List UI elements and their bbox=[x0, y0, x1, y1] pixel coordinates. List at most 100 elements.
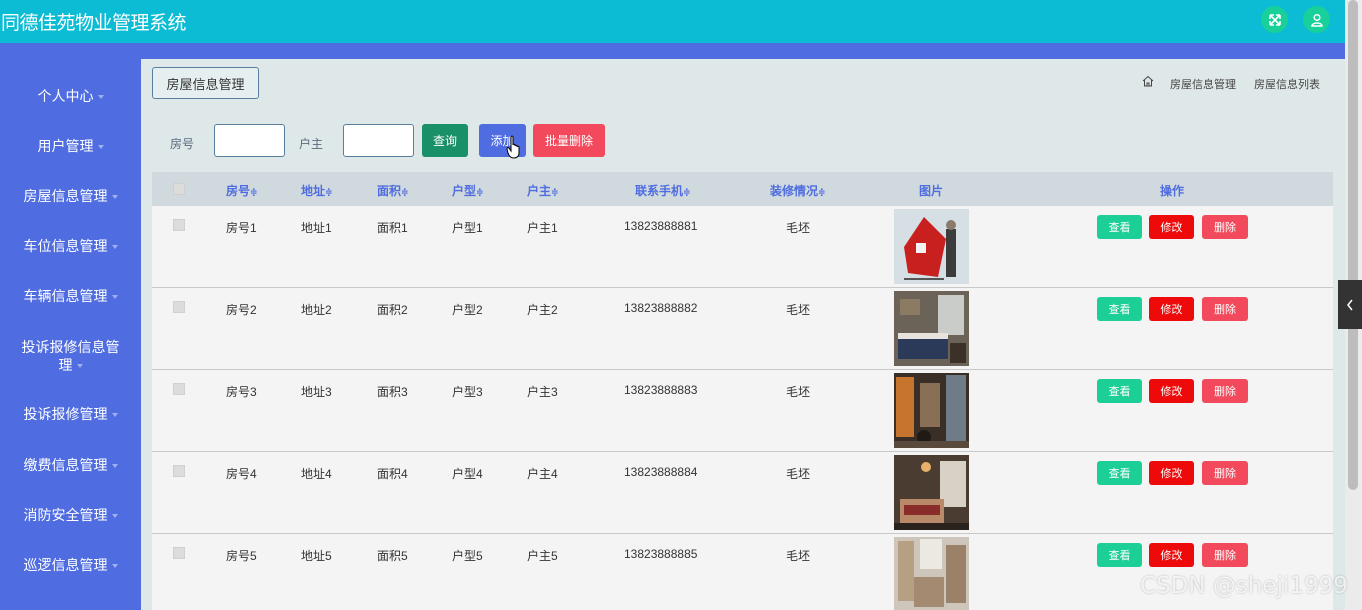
header-room[interactable]: 房号≑ bbox=[226, 182, 258, 199]
table-row: 房号2 地址2 面积2 户型2 户主2 13823888882 毛坯 查看 修改… bbox=[152, 288, 1333, 370]
sidebar-item-complaint-info[interactable]: 投诉报修信息管理 bbox=[0, 338, 141, 374]
sidebar-item-label: 消防安全管理 bbox=[23, 507, 108, 523]
cell-area: 面积4 bbox=[377, 467, 408, 481]
main-content: 房屋信息管理 房屋信息管理 房屋信息列表 房号 户主 查询 添加 批量删除 房号… bbox=[141, 59, 1345, 610]
cell-phone: 13823888885 bbox=[624, 547, 698, 561]
header-address[interactable]: 地址≑ bbox=[301, 182, 333, 199]
query-button[interactable]: 查询 bbox=[422, 124, 468, 157]
sidebar-item-label: 巡逻信息管理 bbox=[23, 557, 108, 573]
chevron-down-icon bbox=[111, 564, 118, 569]
table-row: 房号3 地址3 面积3 户型3 户主3 13823888883 毛坯 查看 修改… bbox=[152, 370, 1333, 452]
edit-button[interactable]: 修改 bbox=[1149, 461, 1194, 485]
fullscreen-button[interactable] bbox=[1261, 6, 1288, 33]
sidebar-item-fire-safety[interactable]: 消防安全管理 bbox=[0, 506, 141, 524]
cell-address: 地址2 bbox=[301, 303, 332, 317]
cell-address: 地址3 bbox=[301, 385, 332, 399]
edit-button[interactable]: 修改 bbox=[1149, 543, 1194, 567]
cell-owner: 户主5 bbox=[527, 549, 558, 563]
row-checkbox[interactable] bbox=[173, 219, 185, 231]
cell-phone: 13823888884 bbox=[624, 465, 698, 479]
edit-button[interactable]: 修改 bbox=[1149, 297, 1194, 321]
delete-button[interactable]: 删除 bbox=[1202, 543, 1248, 567]
cell-decoration: 毛坯 bbox=[786, 385, 811, 399]
scrollbar-thumb[interactable] bbox=[1348, 0, 1358, 490]
cell-phone: 13823888881 bbox=[624, 219, 698, 233]
room-search-label: 房号 bbox=[170, 137, 195, 151]
house-photo[interactable] bbox=[894, 291, 969, 366]
home-icon[interactable] bbox=[1142, 75, 1154, 87]
cell-area: 面积5 bbox=[377, 549, 408, 563]
row-checkbox[interactable] bbox=[173, 383, 185, 395]
page-title-button[interactable]: 房屋信息管理 bbox=[152, 67, 259, 99]
cell-room: 房号4 bbox=[226, 467, 257, 481]
header-area[interactable]: 面积≑ bbox=[377, 182, 409, 199]
sidebar-item-patrol[interactable]: 巡逻信息管理 bbox=[0, 556, 141, 574]
row-checkbox[interactable] bbox=[173, 465, 185, 477]
header-layout[interactable]: 户型≑ bbox=[452, 182, 484, 199]
house-photo[interactable] bbox=[894, 455, 969, 530]
header-actions: 操作 bbox=[1160, 184, 1185, 198]
view-button[interactable]: 查看 bbox=[1097, 297, 1142, 321]
side-panel-toggle[interactable] bbox=[1338, 280, 1362, 329]
view-button[interactable]: 查看 bbox=[1097, 461, 1142, 485]
batch-delete-button[interactable]: 批量删除 bbox=[533, 124, 605, 157]
cell-area: 面积3 bbox=[377, 385, 408, 399]
delete-button[interactable]: 删除 bbox=[1202, 215, 1248, 239]
sidebar-item-complaint[interactable]: 投诉报修管理 bbox=[0, 405, 141, 423]
delete-button[interactable]: 删除 bbox=[1202, 379, 1248, 403]
row-checkbox[interactable] bbox=[173, 547, 185, 559]
sidebar-item-payment[interactable]: 缴费信息管理 bbox=[0, 456, 141, 474]
house-photo[interactable] bbox=[894, 537, 969, 610]
row-checkbox[interactable] bbox=[173, 301, 185, 313]
cell-layout: 户型3 bbox=[452, 385, 483, 399]
select-all-checkbox[interactable] bbox=[173, 183, 185, 195]
user-icon bbox=[1310, 13, 1323, 27]
sidebar-item-users[interactable]: 用户管理 bbox=[0, 137, 141, 155]
cell-address: 地址5 bbox=[301, 549, 332, 563]
cell-room: 房号3 bbox=[226, 385, 257, 399]
cell-decoration: 毛坯 bbox=[786, 221, 811, 235]
cell-layout: 户型1 bbox=[452, 221, 483, 235]
house-photo[interactable] bbox=[894, 209, 969, 284]
chevron-down-icon bbox=[111, 413, 118, 418]
sidebar-item-personal-center[interactable]: 个人中心 bbox=[0, 87, 141, 105]
chevron-down-icon bbox=[111, 195, 118, 200]
cell-owner: 户主2 bbox=[527, 303, 558, 317]
edit-button[interactable]: 修改 bbox=[1149, 379, 1194, 403]
cell-area: 面积1 bbox=[377, 221, 408, 235]
edit-button[interactable]: 修改 bbox=[1149, 215, 1194, 239]
breadcrumb-item-housing-list[interactable]: 房屋信息列表 bbox=[1254, 76, 1320, 92]
header-owner[interactable]: 户主≑ bbox=[527, 182, 559, 199]
housing-table: 房号≑ 地址≑ 面积≑ 户型≑ 户主≑ 联系手机≑ 装修情况≑ 图片 操作 房号… bbox=[152, 172, 1333, 610]
user-button[interactable] bbox=[1303, 6, 1330, 33]
chevron-down-icon bbox=[97, 145, 104, 150]
view-button[interactable]: 查看 bbox=[1097, 379, 1142, 403]
cell-room: 房号2 bbox=[226, 303, 257, 317]
delete-button[interactable]: 删除 bbox=[1202, 297, 1248, 321]
sidebar-item-parking[interactable]: 车位信息管理 bbox=[0, 237, 141, 255]
sidebar-item-label: 用户管理 bbox=[37, 138, 94, 154]
hand-cursor-icon bbox=[506, 135, 520, 159]
room-search-input[interactable] bbox=[214, 124, 285, 157]
sidebar-item-housing[interactable]: 房屋信息管理 bbox=[0, 187, 141, 205]
cell-room: 房号5 bbox=[226, 549, 257, 563]
owner-search-input[interactable] bbox=[343, 124, 414, 157]
chevron-left-icon bbox=[1347, 299, 1353, 310]
table-row: 房号1 地址1 面积1 户型1 户主1 13823888881 毛坯 查看 修改… bbox=[152, 206, 1333, 288]
sidebar-item-label: 房屋信息管理 bbox=[23, 188, 108, 204]
sidebar-item-vehicles[interactable]: 车辆信息管理 bbox=[0, 287, 141, 305]
fullscreen-icon bbox=[1268, 13, 1281, 26]
view-button[interactable]: 查看 bbox=[1097, 215, 1142, 239]
view-button[interactable]: 查看 bbox=[1097, 543, 1142, 567]
chevron-down-icon bbox=[76, 364, 83, 369]
sidebar-item-label: 投诉报修信息管理 bbox=[21, 339, 120, 373]
breadcrumb-item-housing[interactable]: 房屋信息管理 bbox=[1170, 76, 1236, 92]
sidebar: 个人中心 用户管理 房屋信息管理 车位信息管理 车辆信息管理 投诉报修信息管理 … bbox=[0, 59, 141, 610]
header-decoration[interactable]: 装修情况≑ bbox=[770, 182, 826, 199]
house-photo[interactable] bbox=[894, 373, 969, 448]
header-phone[interactable]: 联系手机≑ bbox=[635, 182, 691, 199]
delete-button[interactable]: 删除 bbox=[1202, 461, 1248, 485]
chevron-down-icon bbox=[111, 514, 118, 519]
cell-owner: 户主1 bbox=[527, 221, 558, 235]
cell-area: 面积2 bbox=[377, 303, 408, 317]
